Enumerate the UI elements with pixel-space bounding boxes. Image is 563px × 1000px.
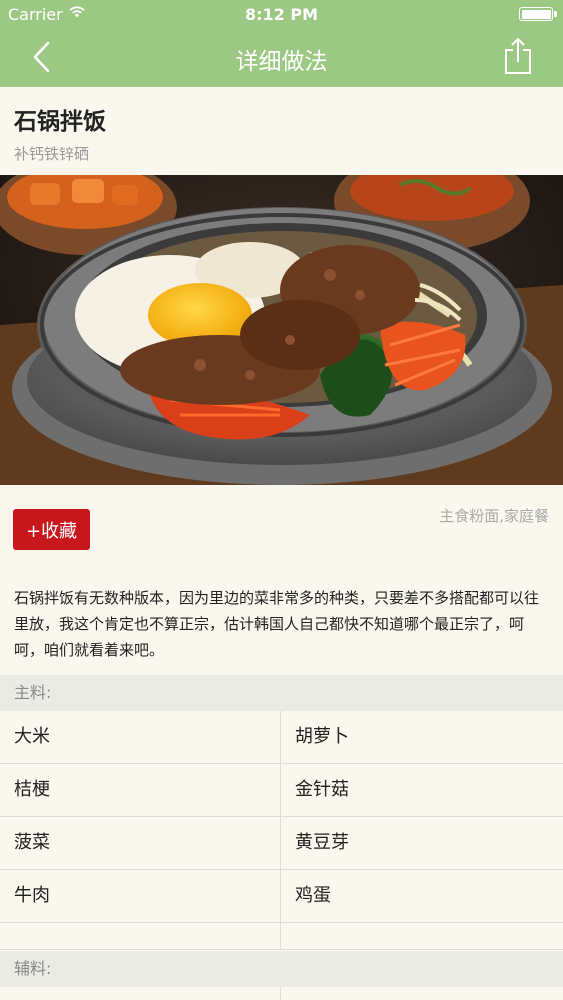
ingredient-row-empty: [0, 923, 563, 950]
ingredient-item-empty: [0, 923, 281, 950]
clock: 8:12 PM: [244, 5, 318, 24]
nav-bar: 详细做法: [0, 28, 563, 87]
ingredient-row: 桔梗 金针菇: [0, 764, 563, 817]
battery-icon: [519, 7, 557, 21]
ingredient-item: 牛肉: [0, 870, 281, 923]
main-ingredients-grid: 大米 胡萝卜 桔梗 金针菇 菠菜 黄豆芽 牛肉 鸡蛋: [0, 711, 563, 950]
ingredient-item: 大米: [0, 711, 281, 764]
ingredient-item: 金针菇: [295, 779, 349, 800]
recipe-title: 石锅拌饭: [14, 109, 106, 135]
actions-row: +收藏 主食粉面,家庭餐: [0, 485, 563, 575]
aux-ingredients-grid: [0, 987, 563, 1000]
ingredient-row: 大米 胡萝卜: [0, 711, 563, 764]
category-tags: 主食粉面,家庭餐: [439, 507, 549, 525]
aux-ingredients-header: 辅料:: [0, 951, 563, 987]
favorite-button[interactable]: +收藏: [13, 509, 90, 550]
ingredient-item-empty: [281, 923, 562, 950]
ingredient-item: 黄豆芽: [295, 832, 349, 853]
ingredient-item: 桔梗: [0, 764, 281, 817]
recipe-photo: [0, 175, 563, 485]
recipe-subtitle: 补钙铁锌硒: [14, 145, 90, 163]
main-ingredients-header: 主料:: [0, 675, 563, 711]
ingredient-item: 胡萝卜: [295, 726, 349, 747]
ingredient-row: 菠菜 黄豆芽: [0, 817, 563, 870]
recipe-header: 石锅拌饭 补钙铁锌硒: [0, 87, 563, 175]
recipe-description: 石锅拌饭有无数种版本，因为里边的菜非常多的种类，只要差不多搭配都可以往里放，我这…: [14, 589, 540, 659]
ingredient-item: 鸡蛋: [295, 885, 331, 906]
status-bar: Carrier 8:12 PM: [0, 0, 563, 28]
ingredient-row: 牛肉 鸡蛋: [0, 870, 563, 923]
ingredient-item-empty: [0, 987, 281, 1000]
nav-title: 详细做法: [235, 49, 328, 75]
share-icon[interactable]: [503, 37, 533, 75]
ingredient-item: 菠菜: [0, 817, 281, 870]
